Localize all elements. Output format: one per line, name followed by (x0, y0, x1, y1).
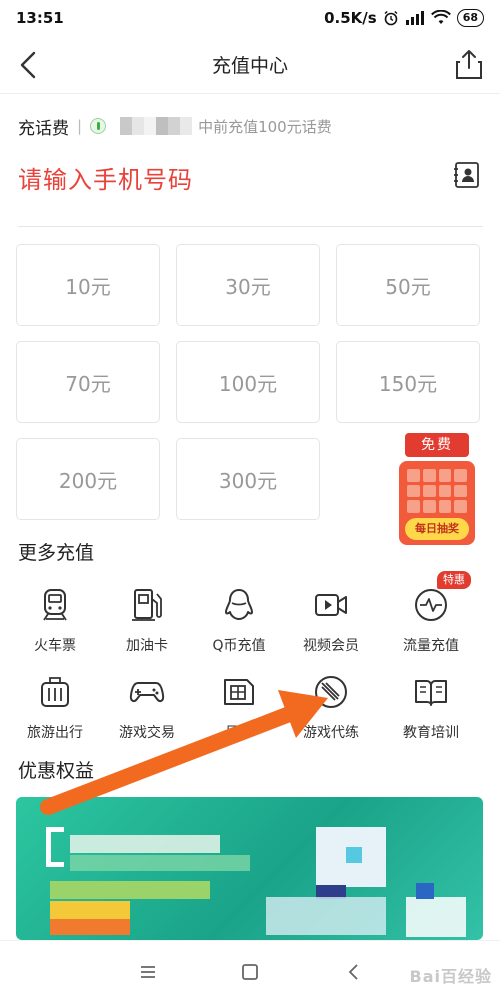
alarm-icon (384, 10, 398, 26)
phone-recharge-header: 充话费 | 中前充值100元话费 (18, 112, 488, 140)
status-time: 13:51 (16, 9, 64, 27)
lottery-box: 每日抽奖 (399, 461, 475, 545)
service-label: 视频会员 (303, 638, 359, 654)
book-icon (415, 680, 447, 706)
free-tag: 免费 (405, 433, 469, 457)
service-video-vip[interactable]: 视频会员 (285, 587, 377, 667)
daily-lottery-button[interactable]: 每日抽奖 (405, 518, 469, 540)
divider (18, 226, 483, 227)
benefits-title: 优惠权益 (18, 760, 95, 782)
phone-input-placeholder[interactable]: 请输入手机号码 (18, 160, 488, 195)
video-camera-icon (315, 594, 347, 616)
service-q-coin[interactable]: Q币充值 (193, 587, 285, 667)
lottery-grid (407, 469, 467, 513)
service-label: 旅游出行 (27, 725, 83, 741)
redacted-phone-number (120, 117, 193, 135)
gamepad-icon (129, 682, 165, 703)
amount-option[interactable]: 50元 (336, 244, 480, 326)
system-navigation-bar: Bai百经验 (0, 940, 500, 1000)
amount-option[interactable]: 300元 (176, 438, 320, 520)
penguin-icon (225, 589, 253, 620)
back-nav-icon[interactable] (343, 961, 365, 983)
menu-icon[interactable] (137, 961, 159, 983)
service-label: 加油卡 (126, 638, 168, 654)
battery-indicator: 68 (456, 9, 484, 27)
amount-option[interactable]: 30元 (176, 244, 320, 326)
home-icon[interactable] (239, 961, 261, 983)
amount-option[interactable]: 100元 (176, 341, 320, 423)
service-sim-card[interactable]: 号卡 (193, 674, 285, 754)
amount-option[interactable]: 10元 (16, 244, 160, 326)
phone-number-input[interactable]: 请输入手机号码 (18, 156, 488, 198)
special-offer-badge: 特惠 (437, 571, 471, 589)
service-travel[interactable]: 旅游出行 (9, 674, 101, 754)
service-education[interactable]: 教育培训 (385, 674, 477, 754)
signal-icon (405, 11, 424, 25)
service-label: 火车票 (34, 638, 76, 654)
service-label: 游戏交易 (119, 725, 175, 741)
service-fuel-card[interactable]: 加油卡 (101, 587, 193, 667)
train-icon (43, 589, 67, 621)
network-speed: 0.5K/s (324, 9, 377, 27)
service-train-ticket[interactable]: 火车票 (9, 587, 101, 667)
share-icon[interactable] (454, 48, 484, 80)
amount-option[interactable]: 200元 (16, 438, 160, 520)
data-wave-icon (415, 589, 447, 621)
service-label: 号卡 (225, 725, 253, 741)
sim-card-icon (224, 679, 254, 705)
promo-banner[interactable] (16, 797, 483, 940)
nav-bar: 充值中心 (0, 36, 500, 94)
service-data-recharge[interactable]: 特惠 流量充值 (385, 571, 477, 667)
service-label: 流量充值 (403, 638, 459, 654)
service-label: Q币充值 (212, 638, 266, 654)
service-label: 教育培训 (403, 725, 459, 741)
status-bar: 13:51 0.5K/s 68 (0, 0, 500, 36)
suitcase-icon (41, 677, 69, 707)
separator: | (77, 117, 83, 135)
amount-option[interactable]: 150元 (336, 341, 480, 423)
daily-lottery-promo[interactable]: 免费 每日抽奖 (399, 433, 475, 547)
recent-recharge-text: 中前充值100元话费 (198, 117, 332, 136)
back-icon[interactable] (14, 48, 46, 82)
wifi-icon (430, 10, 451, 24)
fuel-pump-icon (132, 589, 162, 621)
service-game-boost[interactable]: 游戏代练 (285, 674, 377, 754)
service-game-trade[interactable]: 游戏交易 (101, 674, 193, 754)
page-title: 充值中心 (211, 55, 288, 77)
recharge-phone-label: 充话费 (18, 118, 69, 139)
contacts-icon[interactable] (452, 160, 482, 190)
amount-option[interactable]: 70元 (16, 341, 160, 423)
carrier-icon (90, 118, 107, 134)
status-icons: 0.5K/s 68 (324, 9, 484, 27)
watermark: Bai百经验 (409, 967, 492, 986)
service-label: 游戏代练 (303, 725, 359, 741)
sword-shield-icon (315, 676, 347, 708)
more-recharge-title: 更多充值 (18, 542, 95, 564)
